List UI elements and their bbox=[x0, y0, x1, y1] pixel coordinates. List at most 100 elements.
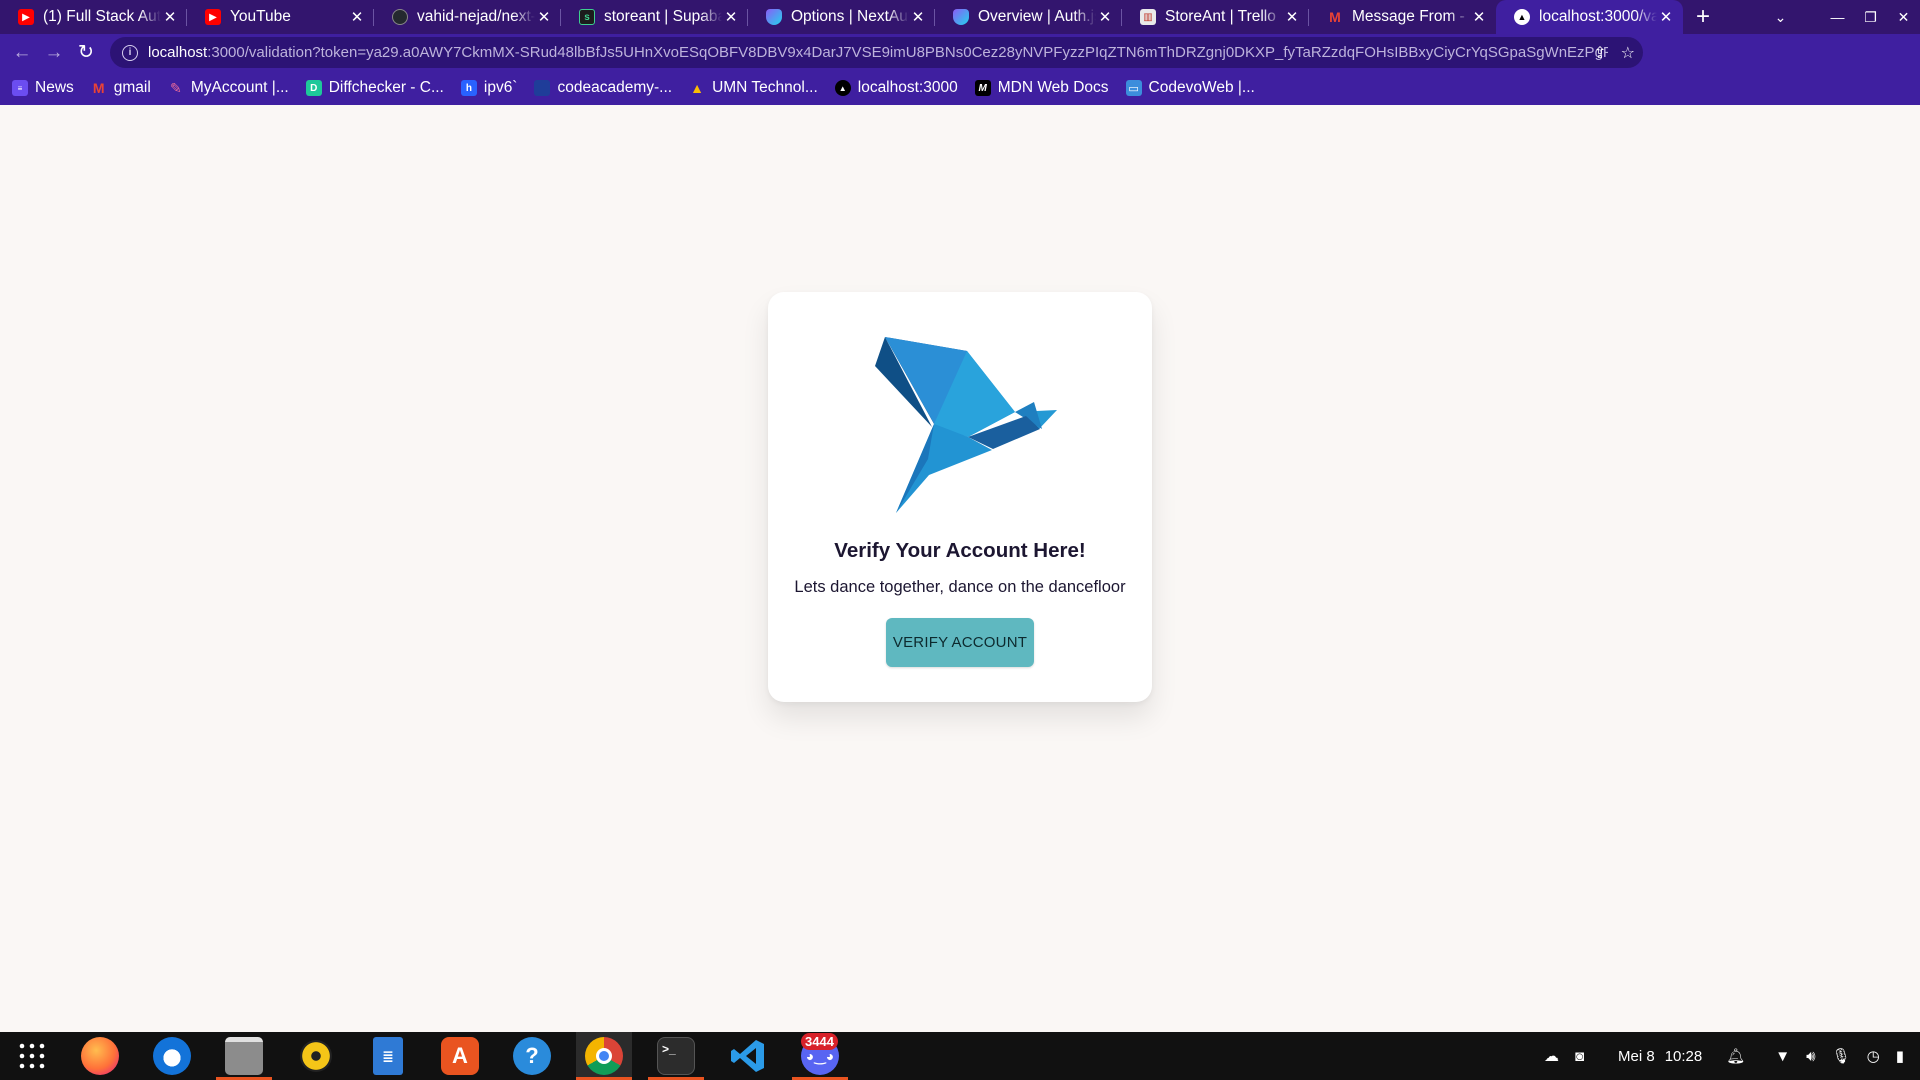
mdn-icon: M bbox=[974, 80, 991, 96]
tab-title: localhost:3000/va bbox=[1539, 8, 1657, 25]
writer-icon[interactable]: ≣ bbox=[360, 1032, 416, 1080]
close-icon[interactable]: ✕ bbox=[348, 8, 366, 26]
tab-title: Message From - sa bbox=[1352, 8, 1470, 25]
chrome-icon[interactable] bbox=[576, 1032, 632, 1080]
browser-tab[interactable]: ▶ (1) Full Stack Auth ✕ bbox=[0, 0, 187, 34]
discord-icon[interactable]: ◕‿◕ 3444 bbox=[792, 1032, 848, 1080]
bookmark-label: Diffchecker - C... bbox=[328, 79, 444, 96]
verify-account-button[interactable]: VERIFY ACCOUNT bbox=[886, 618, 1034, 667]
bookmark-ipv6[interactable]: h ipv6` bbox=[460, 79, 518, 97]
bookmark-localhost[interactable]: ▲ localhost:3000 bbox=[834, 79, 958, 97]
rhythmbox-icon[interactable] bbox=[288, 1032, 344, 1080]
microphone-icon[interactable]: 🎙︎ bbox=[1832, 1047, 1851, 1065]
close-icon[interactable]: ✕ bbox=[1657, 8, 1675, 26]
firefox-icon[interactable] bbox=[72, 1032, 128, 1080]
close-icon[interactable]: ✕ bbox=[909, 8, 927, 26]
discord-tray-icon[interactable]: ◙ bbox=[1575, 1048, 1584, 1065]
tab-strip: ▶ (1) Full Stack Auth ✕ ▶ YouTube ✕ vahi… bbox=[0, 0, 1920, 34]
browser-tab-active[interactable]: ▲ localhost:3000/va ✕ bbox=[1496, 0, 1683, 34]
site-info-icon[interactable]: i bbox=[122, 44, 138, 61]
tab-title: (1) Full Stack Auth bbox=[43, 8, 161, 25]
bookmark-mdn[interactable]: M MDN Web Docs bbox=[974, 79, 1109, 97]
files-icon[interactable] bbox=[216, 1032, 272, 1080]
bookmark-myaccount[interactable]: ✎ MyAccount |... bbox=[168, 79, 289, 97]
bookmark-label: MyAccount |... bbox=[190, 79, 289, 96]
show-apps-icon[interactable] bbox=[4, 1032, 60, 1080]
browser-tab[interactable]: M Message From - sa ✕ bbox=[1309, 0, 1496, 34]
notification-bell-icon[interactable]: 🔔︎ bbox=[1726, 1047, 1745, 1065]
diffchecker-icon: D bbox=[305, 80, 322, 96]
drive-sync-icon[interactable]: ☁ bbox=[1544, 1047, 1559, 1065]
close-icon[interactable]: ✕ bbox=[1470, 8, 1488, 26]
url-text: localhost:3000/validation?token=ya29.a0A… bbox=[148, 44, 1608, 61]
close-icon[interactable]: ✕ bbox=[161, 8, 179, 26]
hashnode-icon: h bbox=[460, 80, 477, 96]
tab-title: Options | NextAut bbox=[791, 8, 909, 25]
tab-title: vahid-nejad/next- bbox=[417, 8, 535, 25]
browser-tab[interactable]: ▥ StoreAnt | Trello ✕ bbox=[1122, 0, 1309, 34]
browser-tab[interactable]: Options | NextAut ✕ bbox=[748, 0, 935, 34]
browser-tab[interactable]: s storeant | Supaba ✕ bbox=[561, 0, 748, 34]
bookmark-label: gmail bbox=[113, 79, 151, 96]
window-controls: ⌄ — ❐ ✕ bbox=[1764, 0, 1920, 34]
codevoweb-icon: ▭ bbox=[1125, 80, 1142, 96]
close-icon[interactable]: ✕ bbox=[1096, 8, 1114, 26]
new-tab-button[interactable]: + bbox=[1683, 0, 1723, 34]
myaccount-icon: ✎ bbox=[169, 79, 182, 96]
power-profile-icon[interactable]: ◷ bbox=[1867, 1047, 1880, 1065]
gmail-icon: M bbox=[1329, 9, 1341, 25]
clock-date[interactable]: Mei 8 bbox=[1618, 1048, 1655, 1065]
nextauth-icon bbox=[766, 9, 782, 25]
thunderbird-icon[interactable] bbox=[144, 1032, 200, 1080]
clock-time[interactable]: 10:28 bbox=[1665, 1048, 1703, 1065]
supabase-icon: s bbox=[579, 9, 595, 25]
share-icon[interactable]: ⇪ bbox=[1593, 43, 1606, 63]
vscode-icon[interactable] bbox=[720, 1032, 776, 1080]
close-icon[interactable]: ✕ bbox=[722, 8, 740, 26]
help-icon[interactable]: ? bbox=[504, 1032, 560, 1080]
verify-card: Verify Your Account Here! Lets dance tog… bbox=[768, 292, 1152, 702]
forward-icon[interactable]: → bbox=[38, 37, 70, 69]
close-window-icon[interactable]: ✕ bbox=[1887, 9, 1920, 26]
bookmark-label: CodevoWeb |... bbox=[1148, 79, 1255, 96]
bookmark-codevoweb[interactable]: ▭ CodevoWeb |... bbox=[1125, 79, 1255, 97]
page-viewport: Verify Your Account Here! Lets dance tog… bbox=[0, 105, 1920, 1032]
close-icon[interactable]: ✕ bbox=[535, 8, 553, 26]
drive-icon: ▲ bbox=[690, 80, 704, 96]
restore-icon[interactable]: ❐ bbox=[1854, 9, 1887, 26]
back-icon[interactable]: ← bbox=[6, 37, 38, 69]
tab-title: YouTube bbox=[230, 8, 291, 25]
minimize-icon[interactable]: — bbox=[1821, 9, 1854, 25]
terminal-icon[interactable]: >_ bbox=[648, 1032, 704, 1080]
tab-search-icon[interactable]: ⌄ bbox=[1764, 9, 1797, 26]
taskbar: ≣ A ? >_ ◕‿◕ 3444 ☁ ◙ Mei 8 10:28 🔔︎ ▼ 🔊… bbox=[0, 1032, 1920, 1080]
battery-icon[interactable]: ▮ bbox=[1896, 1047, 1904, 1065]
tab-title: StoreAnt | Trello bbox=[1165, 8, 1276, 25]
bookmark-diffchecker[interactable]: D Diffchecker - C... bbox=[305, 79, 444, 97]
bookmarks-bar: ≡ News M gmail ✎ MyAccount |... D Diffch… bbox=[0, 71, 1920, 105]
browser-tab[interactable]: vahid-nejad/next- ✕ bbox=[374, 0, 561, 34]
close-icon[interactable]: ✕ bbox=[1283, 8, 1301, 26]
bookmark-codeacademy[interactable]: codeacademy-... bbox=[534, 79, 672, 97]
wifi-icon[interactable]: ▼ bbox=[1775, 1048, 1790, 1065]
bookmark-umn[interactable]: ▲ UMN Technol... bbox=[689, 79, 818, 97]
system-tray: ☁ ◙ Mei 8 10:28 🔔︎ ▼ 🔊︎ 🎙︎ ◷ ▮ bbox=[1544, 1032, 1920, 1080]
github-icon bbox=[392, 9, 408, 25]
bookmark-news[interactable]: ≡ News bbox=[12, 79, 74, 97]
tab-title: storeant | Supaba bbox=[604, 8, 722, 25]
software-icon[interactable]: A bbox=[432, 1032, 488, 1080]
bookmark-label: MDN Web Docs bbox=[997, 79, 1109, 96]
address-bar[interactable]: i localhost:3000/validation?token=ya29.a… bbox=[110, 37, 1643, 68]
youtube-icon: ▶ bbox=[18, 9, 34, 25]
vercel-icon: ▲ bbox=[834, 80, 851, 96]
bookmark-gmail[interactable]: M gmail bbox=[91, 79, 151, 97]
bookmark-label: localhost:3000 bbox=[857, 79, 958, 96]
youtube-icon: ▶ bbox=[205, 9, 221, 25]
volume-icon[interactable]: 🔊︎ bbox=[1806, 1048, 1815, 1065]
browser-tab[interactable]: ▶ YouTube ✕ bbox=[187, 0, 374, 34]
gmail-icon: M bbox=[92, 80, 105, 96]
browser-tab[interactable]: Overview | Auth.js ✕ bbox=[935, 0, 1122, 34]
reload-icon[interactable]: ↻ bbox=[70, 37, 102, 69]
bookmark-label: ipv6` bbox=[483, 79, 518, 96]
bookmark-star-icon[interactable]: ☆ bbox=[1621, 43, 1635, 63]
